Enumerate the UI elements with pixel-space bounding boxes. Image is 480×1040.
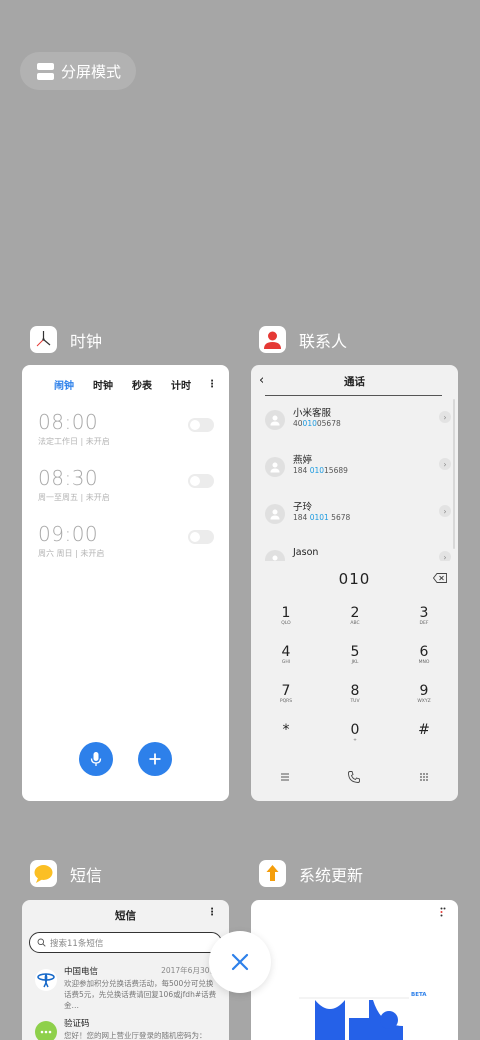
clock-tab-bar: 闹钟 时钟 秒表 计时 ⋮ xyxy=(22,365,229,395)
contact-row[interactable]: 子玲 184 0101 5678 › xyxy=(263,499,451,529)
dial-key-0[interactable]: 0 + xyxy=(330,722,380,744)
contact-row[interactable]: 燕婷 184 01015689 › xyxy=(263,452,451,482)
dialer-header: ‹ 通话 xyxy=(251,365,458,397)
alarm-toggle[interactable] xyxy=(188,530,214,544)
miui-logo-graphic xyxy=(299,997,409,1040)
microphone-icon xyxy=(90,752,102,766)
person-avatar-icon xyxy=(265,504,285,524)
alarm-item[interactable]: 09:00 周六 周日 | 未开启 xyxy=(38,522,214,559)
message-thread[interactable]: 验证码 您好！您的网上营业厅登录的随机密码为： xyxy=(22,1011,229,1040)
contact-row[interactable]: Jason › xyxy=(263,545,451,561)
contacts-app-card[interactable]: ‹ 通话 小米客服 4001005678 › 燕婷 184 01015689 ›… xyxy=(251,365,458,801)
dialer-bottom-bar xyxy=(251,770,458,786)
more-icon[interactable]: ⋮ xyxy=(207,379,217,390)
app-name-update: 系统更新 xyxy=(299,865,364,885)
backspace-icon[interactable] xyxy=(433,573,447,583)
chevron-right-icon[interactable]: › xyxy=(439,505,451,517)
app-header-contacts[interactable]: 联系人 xyxy=(259,326,347,353)
tab-clock[interactable]: 时钟 xyxy=(93,377,113,392)
dial-key-6[interactable]: 6 MNO xyxy=(399,644,449,666)
clock-app-card[interactable]: 闹钟 时钟 秒表 计时 ⋮ 08:00 法定工作日 | 未开启 08:30 周一… xyxy=(22,365,229,801)
message-app-icon xyxy=(30,860,57,887)
message-preview: 您好！您的网上营业厅登录的随机密码为： xyxy=(64,1031,207,1040)
dial-key-2[interactable]: 2 ABC xyxy=(330,605,380,627)
person-avatar-icon xyxy=(265,457,285,477)
add-alarm-button[interactable] xyxy=(138,742,172,776)
contact-number: 4001005678 xyxy=(293,419,341,428)
app-name-contacts: 联系人 xyxy=(299,331,348,351)
app-header-sms[interactable]: 短信 xyxy=(30,860,102,887)
more-icon[interactable]: ⋮ xyxy=(207,907,217,918)
back-arrow-icon[interactable]: ‹ xyxy=(259,373,264,388)
chevron-right-icon[interactable]: › xyxy=(439,411,451,423)
app-name-clock: 时钟 xyxy=(70,331,103,351)
chevron-right-icon[interactable]: › xyxy=(439,458,451,470)
tab-alarm[interactable]: 闹钟 xyxy=(54,377,74,392)
contacts-app-icon xyxy=(259,326,286,353)
tab-timer[interactable]: 计时 xyxy=(171,377,191,392)
sms-app-card[interactable]: 短信 ⋮ 搜索11条短信 中国电信 2017年6月30日 欢迎参加积分兑换话费活… xyxy=(22,900,229,1040)
dialed-number[interactable]: 010 xyxy=(251,570,458,588)
chat-bubble-icon xyxy=(35,1021,57,1040)
contact-name: 小米客服 xyxy=(293,408,332,419)
contacts-scrollbar[interactable] xyxy=(453,399,455,549)
voice-alarm-button[interactable] xyxy=(79,742,113,776)
contact-name: Jason xyxy=(293,547,319,558)
sms-title: 短信 xyxy=(115,909,136,922)
message-preview: 欢迎参加积分兑换话费活动，每500分可兑换话费5元，先兑换话费请回复106或jf… xyxy=(64,979,217,1010)
alarm-toggle[interactable] xyxy=(188,418,214,432)
dial-key-8[interactable]: 8 TUV xyxy=(330,683,380,705)
search-placeholder: 搜索11条短信 xyxy=(50,938,104,949)
contact-name: 燕婷 xyxy=(293,455,313,466)
alarm-repeat: 周六 周日 | 未开启 xyxy=(38,549,105,558)
dial-key-9[interactable]: 9 WXYZ xyxy=(399,683,449,705)
plus-icon xyxy=(149,753,161,765)
dial-key-hash[interactable]: # xyxy=(399,722,449,738)
dial-key-7[interactable]: 7 PQRS xyxy=(261,683,311,705)
keypad-icon[interactable] xyxy=(417,770,431,784)
alarm-repeat: 周一至周五 | 未开启 xyxy=(38,493,110,502)
sms-header: 短信 ⋮ xyxy=(22,900,229,930)
app-header-clock[interactable]: 时钟 xyxy=(30,326,102,353)
china-telecom-logo-icon xyxy=(35,969,57,991)
app-header-update[interactable]: 系统更新 xyxy=(259,860,363,887)
dial-key-3[interactable]: 3 DEF xyxy=(399,605,449,627)
dial-key-1[interactable]: 1 QLO xyxy=(261,605,311,627)
contact-name: 子玲 xyxy=(293,502,313,513)
dial-key-star[interactable]: * xyxy=(261,722,311,738)
phone-call-icon[interactable] xyxy=(347,770,361,784)
menu-icon[interactable] xyxy=(278,770,292,784)
search-icon xyxy=(37,938,46,947)
alarm-item[interactable]: 08:00 法定工作日 | 未开启 xyxy=(38,410,214,447)
sms-search-input[interactable]: 搜索11条短信 xyxy=(29,932,222,953)
split-screen-label: 分屏模式 xyxy=(61,62,122,81)
alarm-toggle[interactable] xyxy=(188,474,214,488)
tab-stopwatch[interactable]: 秒表 xyxy=(132,377,152,392)
contact-row[interactable]: 小米客服 4001005678 › xyxy=(263,405,451,435)
contact-number: 184 01015689 xyxy=(293,466,348,475)
dialer-title: 通话 xyxy=(344,375,365,388)
header-divider xyxy=(265,395,442,396)
update-app-card[interactable]: BETA xyxy=(251,900,458,1040)
close-icon xyxy=(231,953,249,971)
message-sender: 中国电信 xyxy=(64,967,99,977)
update-app-icon xyxy=(259,860,286,887)
clock-app-icon xyxy=(30,326,57,353)
clear-all-button[interactable] xyxy=(209,931,271,993)
split-screen-button[interactable]: 分屏模式 xyxy=(20,52,136,90)
person-avatar-icon xyxy=(265,410,285,430)
app-name-sms: 短信 xyxy=(70,865,103,885)
beta-badge: BETA xyxy=(411,992,427,998)
dial-key-5[interactable]: 5 JKL xyxy=(330,644,380,666)
message-sender: 验证码 xyxy=(64,1019,90,1029)
contact-number: 184 0101 5678 xyxy=(293,513,351,522)
dial-key-4[interactable]: 4 GHI xyxy=(261,644,311,666)
chevron-right-icon[interactable]: › xyxy=(439,551,451,561)
message-thread[interactable]: 中国电信 2017年6月30日 欢迎参加积分兑换话费活动，每500分可兑换话费5… xyxy=(22,959,229,1011)
split-screen-icon xyxy=(37,62,54,80)
alarm-item[interactable]: 08:30 周一至周五 | 未开启 xyxy=(38,466,214,503)
person-avatar-icon xyxy=(265,550,285,561)
alarm-repeat: 法定工作日 | 未开启 xyxy=(38,437,110,446)
